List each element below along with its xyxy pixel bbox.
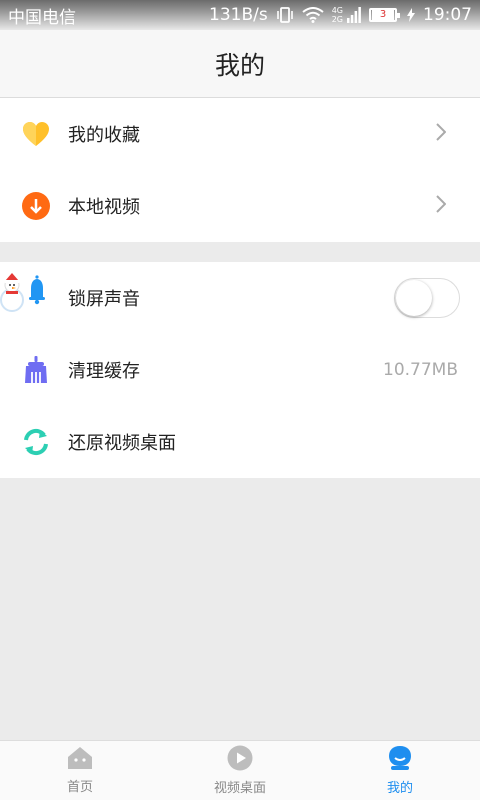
favorites-row[interactable]: 我的收藏 [0, 98, 480, 170]
play-icon [227, 745, 253, 775]
status-bar: 中国电信 131B/s 4G 2G 3 19:07 [0, 0, 480, 30]
tab-video-desktop-label: 视频桌面 [213, 781, 266, 796]
lock-sound-row: 锁屏声音 [0, 262, 480, 334]
battery-level: 3 [372, 10, 394, 20]
charging-icon [407, 8, 415, 22]
profile-icon [387, 745, 413, 775]
lock-sound-toggle[interactable] [394, 278, 460, 318]
tab-home-label: 首页 [66, 780, 93, 795]
favorites-label: 我的收藏 [68, 125, 140, 146]
download-icon [22, 192, 50, 220]
broom-icon [22, 356, 50, 384]
page-header: 我的 [0, 30, 480, 98]
battery-icon: 3 [369, 8, 400, 22]
tab-mine-label: 我的 [386, 781, 413, 796]
network-speed: 131B/s [209, 5, 268, 25]
tab-video-desktop[interactable]: 视频桌面 [160, 741, 320, 800]
signal-icon: 4G 2G [332, 6, 343, 24]
wifi-icon [302, 7, 324, 23]
network-type-top: 4G [331, 6, 343, 15]
menu-group-settings: 锁屏声音 清理缓存 10.77MB 还原视频桌面 [0, 262, 480, 478]
home-icon [67, 746, 93, 774]
tab-home[interactable]: 首页 [0, 741, 160, 800]
menu-group-primary: 我的收藏 本地视频 [0, 98, 480, 242]
page-title: 我的 [214, 50, 265, 80]
refresh-icon [22, 428, 50, 456]
clear-cache-row[interactable]: 清理缓存 10.77MB [0, 334, 480, 406]
heart-icon [22, 120, 50, 148]
toggle-knob [396, 280, 432, 316]
network-type-bottom: 2G [331, 15, 343, 24]
clock: 19:07 [423, 5, 472, 25]
restore-desktop-row[interactable]: 还原视频桌面 [0, 406, 480, 478]
signal-bars-icon [347, 7, 361, 23]
bottom-navigation: 首页 视频桌面 我的 [0, 740, 480, 800]
cache-size: 10.77MB [383, 360, 458, 380]
restore-desktop-label: 还原视频桌面 [68, 433, 176, 454]
local-videos-row[interactable]: 本地视频 [0, 170, 480, 242]
tab-mine[interactable]: 我的 [320, 741, 480, 800]
local-videos-label: 本地视频 [68, 197, 140, 218]
vibrate-icon [276, 7, 294, 23]
chevron-right-icon [436, 195, 447, 217]
bell-icon [0, 273, 50, 312]
carrier-name: 中国电信 [8, 7, 76, 28]
chevron-right-icon [436, 123, 447, 145]
